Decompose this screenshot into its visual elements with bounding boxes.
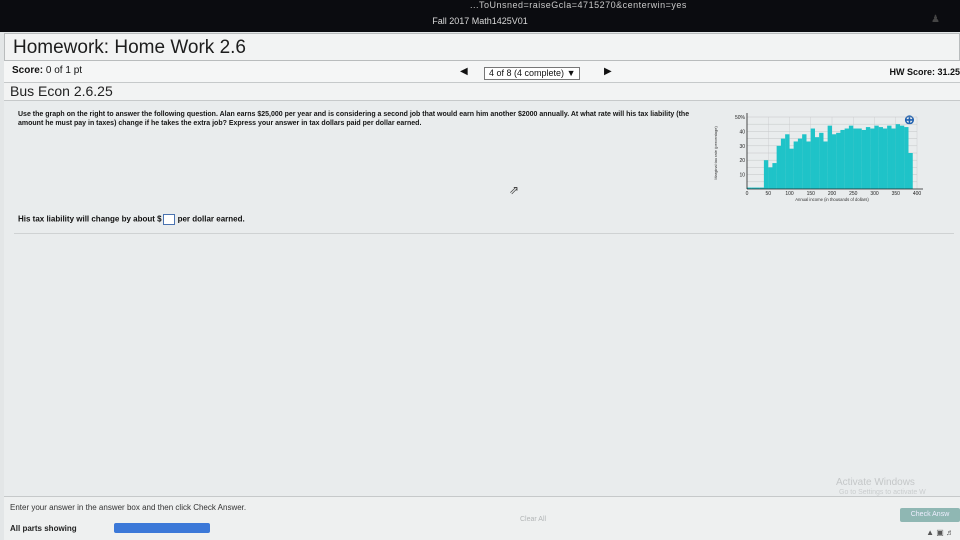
page-title: Homework: Home Work 2.6: [13, 37, 246, 58]
hw-score: HW Score: 31.25: [889, 67, 960, 77]
chevron-down-icon: ▼: [566, 68, 576, 78]
mouse-cursor-icon: ⇗: [509, 183, 520, 197]
chart-bar: [763, 160, 769, 189]
question-progress-label: 4 of 8 (4 complete): [489, 68, 565, 78]
chart-y-tick-label: 10: [739, 173, 745, 179]
next-question-icon[interactable]: ▶: [604, 66, 612, 77]
chart-bar: [785, 134, 790, 189]
screen: ...ToUnsned=raiseGcla=4715270&centerwin=…: [0, 0, 960, 540]
chart-bar: [768, 167, 773, 189]
chart-x-tick-label: 0: [746, 191, 749, 197]
chart-bar: [861, 129, 866, 189]
chart-bar: [891, 128, 896, 189]
answer-line: His tax liability will change by about $…: [18, 214, 245, 225]
chart-bar: [853, 128, 858, 189]
info-row: Score: 0 of 1 pt ◀ 4 of 8 (4 complete) ▼…: [4, 61, 960, 83]
chart-bar: [810, 128, 815, 189]
title-bar: Homework: Home Work 2.6: [4, 33, 960, 61]
answer-prefix: His tax liability will change by about $: [18, 214, 162, 224]
chart-bar: [793, 141, 798, 189]
chart-bar: [899, 125, 905, 189]
chart-y-tick-label: 20: [739, 158, 745, 164]
question-progress-select[interactable]: 4 of 8 (4 complete) ▼: [484, 67, 581, 80]
chart-bar: [802, 134, 807, 189]
chart-x-tick-label: 100: [785, 191, 794, 197]
chart-x-axis-label: Annual income (in thousands of dollars): [795, 197, 869, 202]
question-id: Bus Econ 2.6.25: [10, 83, 113, 99]
url-fragment: ...ToUnsned=raiseGcla=4715270&centerwin=…: [470, 0, 687, 10]
score-label: Score:: [12, 65, 44, 76]
chart-bar: [865, 127, 871, 189]
parts-progress-bar: [114, 523, 210, 533]
chart-bar: [827, 125, 832, 189]
chart-bar: [908, 153, 913, 189]
chart-bar: [844, 128, 849, 189]
check-answer-button[interactable]: Check Answ: [900, 508, 960, 522]
chart-bar: [814, 137, 820, 189]
chart-y-tick-label: 40: [739, 129, 745, 135]
chart-bar: [848, 125, 854, 189]
chart-bar: [878, 127, 883, 189]
chart-bar: [776, 145, 781, 189]
score: Score: 0 of 1 pt: [12, 65, 82, 76]
chart-x-tick-label: 300: [870, 191, 879, 197]
chart-y-axis-label: Marginal tax rate (percentage): [713, 126, 718, 180]
chart-x-tick-label: 400: [913, 191, 922, 197]
chart-bar: [797, 138, 803, 189]
chart-bar: [887, 125, 892, 189]
chart-bar: [857, 128, 862, 189]
course-title: Fall 2017 Math1425V01: [432, 16, 528, 26]
chart-bar: [904, 127, 909, 189]
clear-all-button[interactable]: Clear All: [520, 516, 546, 523]
chart-bar: [789, 148, 794, 189]
chart-bar: [831, 134, 837, 189]
previous-question-icon[interactable]: ◀: [460, 66, 468, 77]
chart-bar: [780, 138, 786, 189]
chart-bar: [882, 128, 888, 189]
chart-x-tick-label: 350: [892, 191, 901, 197]
chart-bar: [840, 129, 845, 189]
chart-bar: [870, 128, 875, 189]
chart-bar: [772, 163, 777, 189]
question-nav: ◀ 4 of 8 (4 complete) ▼ ▶: [454, 66, 624, 80]
parts-showing: All parts showing: [10, 524, 77, 533]
question-content: Use the graph on the right to answer the…: [4, 101, 960, 496]
system-tray-icon[interactable]: ▲ ▣ ♬: [926, 528, 954, 537]
chart-x-tick-label: 50: [765, 191, 771, 197]
answer-suffix: per dollar earned.: [177, 214, 245, 224]
chart-y-tick-label: 30: [739, 144, 745, 150]
chart-y-tick-label: 50%: [735, 115, 746, 121]
tax-rate-chart: 1020304050%0 50 100 150 200 250 300 350 400Annua…: [713, 113, 923, 202]
divider: [14, 233, 954, 234]
chart-bar: [874, 125, 879, 189]
footer: Enter your answer in the answer box and …: [4, 496, 960, 540]
score-value: 0 of 1 pt: [45, 65, 83, 76]
browser-topbar: ...ToUnsned=raiseGcla=4715270&centerwin=…: [0, 0, 960, 32]
watermark-subtitle: Go to Settings to activate W: [839, 489, 926, 496]
question-text: Use the graph on the right to answer the…: [18, 111, 690, 127]
question-id-row: Bus Econ 2.6.25: [4, 83, 960, 101]
chart-bar: [819, 132, 824, 189]
chart-bar: [895, 124, 900, 189]
chart-bar: [836, 132, 841, 189]
chart-bar: [823, 141, 828, 189]
watermark-title: Activate Windows: [836, 477, 915, 488]
chart-bar: [806, 141, 811, 189]
answer-input[interactable]: [162, 214, 175, 225]
instructions: Enter your answer in the answer box and …: [10, 503, 247, 512]
person-icon[interactable]: ♟: [931, 14, 940, 25]
